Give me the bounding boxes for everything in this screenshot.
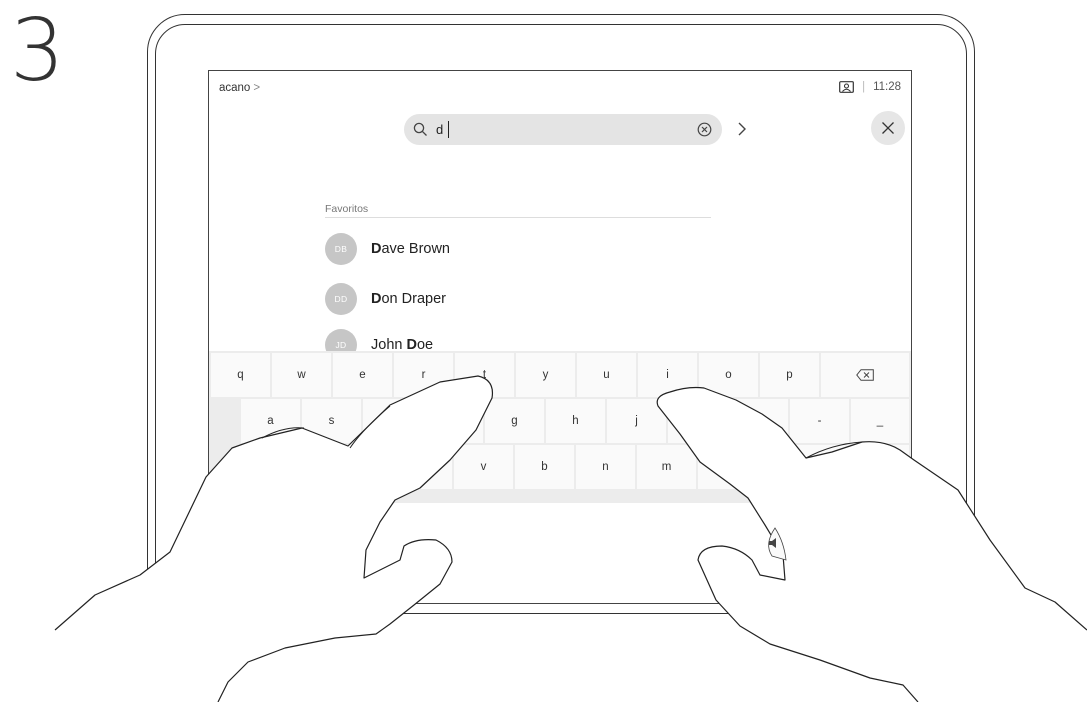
status-separator: | xyxy=(862,81,866,93)
search-field[interactable] xyxy=(404,114,722,145)
key-r[interactable]: r xyxy=(394,353,453,397)
contact-name: Don Draper xyxy=(371,291,446,307)
key-v[interactable]: v xyxy=(454,445,513,489)
key-m[interactable]: m xyxy=(637,445,696,489)
key-i[interactable]: i xyxy=(638,353,697,397)
lower-panel xyxy=(209,503,911,603)
key-l[interactable]: l xyxy=(729,399,788,443)
key-b[interactable]: b xyxy=(515,445,574,489)
chevron-right-icon[interactable] xyxy=(736,121,748,137)
key-p[interactable]: p xyxy=(760,353,819,397)
clock-time: 11:28 xyxy=(873,81,901,93)
avatar: DB xyxy=(325,233,357,265)
key-u[interactable]: u xyxy=(577,353,636,397)
search-icon xyxy=(413,122,427,136)
key-underscore[interactable]: _ xyxy=(851,399,909,443)
key-h[interactable]: h xyxy=(546,399,605,443)
key-g[interactable]: g xyxy=(485,399,544,443)
contact-item[interactable]: DB Dave Brown xyxy=(325,233,450,265)
status-bar: | 11:28 xyxy=(839,81,901,93)
key-e[interactable]: e xyxy=(333,353,392,397)
clear-icon[interactable] xyxy=(697,122,712,137)
breadcrumb-label: acano xyxy=(219,82,251,94)
key-f[interactable]: f xyxy=(424,399,483,443)
key-z[interactable]: z xyxy=(271,445,330,489)
close-button[interactable] xyxy=(871,111,905,145)
key-w[interactable]: w xyxy=(272,353,331,397)
key-hyphen[interactable]: - xyxy=(790,399,849,443)
step-number: 3 xyxy=(10,1,65,101)
contact-name: Dave Brown xyxy=(371,241,450,257)
breadcrumb-chevron: > xyxy=(253,82,261,94)
key-t[interactable]: t xyxy=(455,353,514,397)
text-caret xyxy=(448,121,449,138)
key-blank[interactable] xyxy=(698,445,909,489)
key-s[interactable]: s xyxy=(302,399,361,443)
breadcrumb[interactable]: acano > xyxy=(219,82,260,94)
key-o[interactable]: o xyxy=(699,353,758,397)
close-icon xyxy=(882,122,894,134)
key-j[interactable]: j xyxy=(607,399,666,443)
search-input[interactable] xyxy=(434,118,684,141)
on-screen-keyboard: q w e r t y u i o p a s d f g h j k l - … xyxy=(209,351,911,503)
selfview-icon[interactable] xyxy=(839,81,854,93)
key-y[interactable]: y xyxy=(516,353,575,397)
touch-screen: acano> | 11:28 Favoritos xyxy=(208,70,912,604)
key-a[interactable]: a xyxy=(241,399,300,443)
backspace-key[interactable] xyxy=(821,353,909,397)
backspace-icon xyxy=(856,369,874,381)
key-n[interactable]: n xyxy=(576,445,635,489)
key-d[interactable]: d xyxy=(363,399,422,443)
key-q[interactable]: q xyxy=(211,353,270,397)
key-c[interactable]: c xyxy=(393,445,452,489)
avatar: DD xyxy=(325,283,357,315)
contact-item[interactable]: DD Don Draper xyxy=(325,283,446,315)
favorites-header: Favoritos xyxy=(325,203,711,218)
key-k[interactable]: k xyxy=(668,399,727,443)
key-x[interactable]: x xyxy=(332,445,391,489)
